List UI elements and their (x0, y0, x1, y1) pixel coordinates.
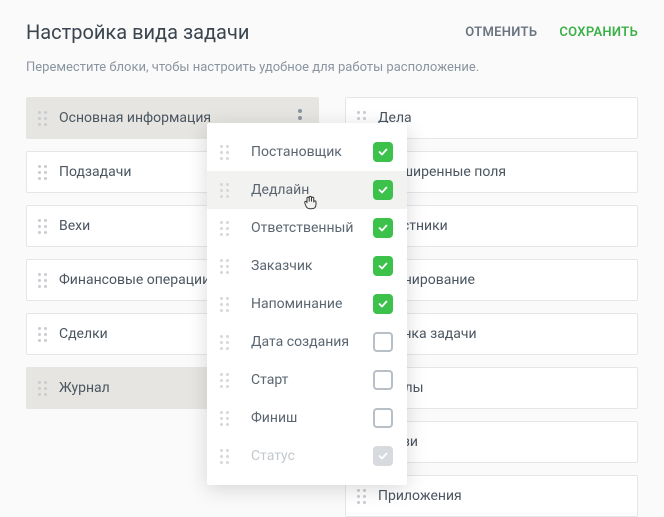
drag-handle-icon[interactable] (217, 335, 231, 350)
field-toggle-row[interactable]: Старт (207, 361, 407, 399)
drag-handle-icon[interactable] (217, 183, 231, 198)
block-label: Оценка задачи (378, 326, 625, 342)
hint-text: Переместите блоки, чтобы настроить удобн… (26, 60, 638, 75)
block-label: Файлы (378, 380, 625, 396)
drag-handle-icon[interactable] (217, 411, 231, 426)
block-label: Участники (378, 218, 625, 234)
field-label: Ответственный (251, 220, 363, 236)
drag-handle-icon[interactable] (217, 297, 231, 312)
field-checkbox[interactable] (373, 218, 393, 238)
drag-handle-icon[interactable] (35, 111, 49, 126)
save-button[interactable]: СОХРАНИТЬ (559, 25, 638, 40)
field-checkbox[interactable] (373, 256, 393, 276)
block-label: Дела (378, 110, 625, 126)
field-checkbox[interactable] (373, 370, 393, 390)
field-checkbox[interactable] (373, 180, 393, 200)
field-checkbox (373, 446, 393, 466)
block-label: Связи (378, 434, 625, 450)
field-toggle-row: Статус (207, 437, 407, 475)
field-label: Старт (251, 372, 363, 388)
field-label: Статус (251, 448, 363, 464)
drag-handle-icon[interactable] (35, 165, 49, 180)
drag-handle-icon[interactable] (35, 381, 49, 396)
drag-handle-icon[interactable] (35, 327, 49, 342)
drag-handle-icon[interactable] (354, 489, 368, 504)
drag-handle-icon[interactable] (217, 373, 231, 388)
drag-handle-icon[interactable] (217, 449, 231, 464)
drag-handle-icon[interactable] (217, 259, 231, 274)
field-checkbox[interactable] (373, 294, 393, 314)
field-label: Дедлайн (251, 182, 363, 198)
field-label: Напоминание (251, 296, 363, 312)
field-toggle-row[interactable]: Дедлайн (207, 171, 407, 209)
drag-handle-icon[interactable] (35, 219, 49, 234)
field-toggle-row[interactable]: Финиш (207, 399, 407, 437)
field-label: Постановщик (251, 144, 363, 160)
block-label: Планирование (378, 272, 625, 288)
cancel-button[interactable]: ОТМЕНИТЬ (465, 25, 537, 40)
drag-handle-icon[interactable] (217, 145, 231, 160)
field-toggle-row[interactable]: Дата создания (207, 323, 407, 361)
field-toggle-row[interactable]: Заказчик (207, 247, 407, 285)
field-checkbox[interactable] (373, 408, 393, 428)
field-toggle-row[interactable]: Постановщик (207, 133, 407, 171)
field-toggle-row[interactable]: Напоминание (207, 285, 407, 323)
fields-dropdown-panel: Постановщик Дедлайн Ответственный Заказчик Н… (207, 123, 407, 485)
drag-handle-icon[interactable] (217, 221, 231, 236)
block-label: Расширенные поля (378, 164, 625, 180)
page-title: Настройка вида задачи (26, 20, 249, 44)
field-label: Финиш (251, 410, 363, 426)
field-checkbox[interactable] (373, 332, 393, 352)
field-checkbox[interactable] (373, 142, 393, 162)
block-label: Приложения (378, 488, 625, 504)
field-label: Дата создания (251, 334, 363, 350)
field-toggle-row[interactable]: Ответственный (207, 209, 407, 247)
drag-handle-icon[interactable] (35, 273, 49, 288)
field-label: Заказчик (251, 258, 363, 274)
